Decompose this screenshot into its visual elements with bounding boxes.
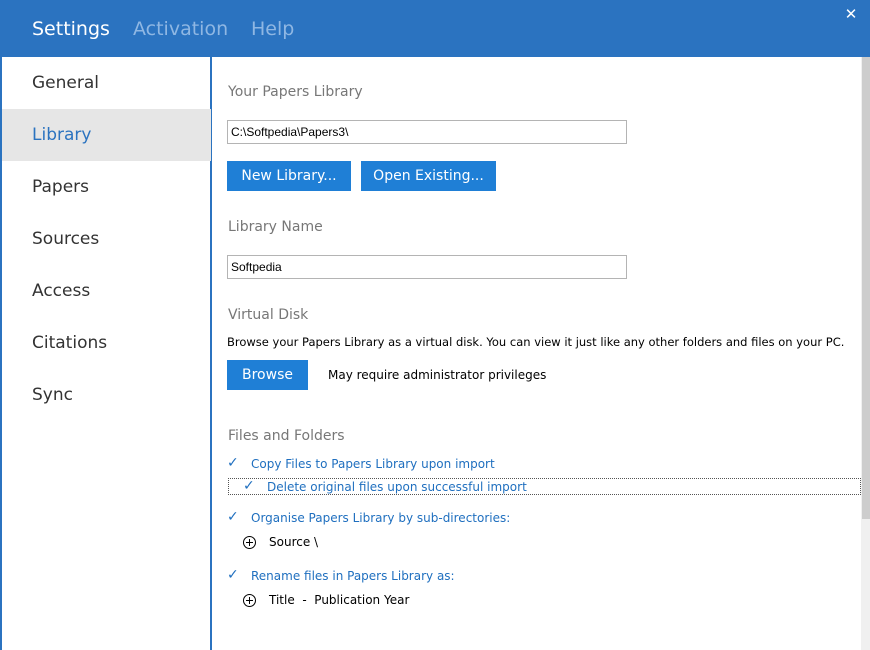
library-settings-panel: Your Papers Library C:\Softpedia\Papers3…	[212, 57, 861, 650]
checkmark-icon: ✓	[227, 567, 239, 583]
organise-subdirectories-checkbox[interactable]: ✓ Organise Papers Library by sub-directo…	[227, 509, 527, 528]
rename-pattern-row: Title - Publication Year	[243, 593, 493, 608]
sidebar-item-sources[interactable]: Sources	[2, 213, 211, 265]
copy-files-label: Copy Files to Papers Library upon import	[251, 457, 495, 471]
virtual-disk-description: Browse your Papers Library as a virtual …	[227, 335, 845, 349]
virtual-disk-title: Virtual Disk	[228, 307, 309, 323]
files-folders-title: Files and Folders	[228, 428, 345, 444]
sidebar: General Library Papers Sources Access Ci…	[2, 57, 211, 650]
close-icon[interactable]: ✕	[841, 5, 861, 23]
library-location-title: Your Papers Library	[228, 84, 363, 100]
tab-help[interactable]: Help	[251, 18, 294, 40]
scrollbar-thumb[interactable]	[862, 57, 870, 519]
sidebar-item-sync[interactable]: Sync	[2, 369, 211, 421]
new-library-button[interactable]: New Library...	[227, 161, 351, 191]
sidebar-item-papers[interactable]: Papers	[2, 161, 211, 213]
sidebar-item-library[interactable]: Library	[2, 109, 211, 161]
browse-button[interactable]: Browse	[227, 360, 308, 390]
checkmark-icon: ✓	[227, 509, 239, 525]
delete-original-label: Delete original files upon successful im…	[267, 480, 527, 494]
organise-pattern-row: Source \	[243, 535, 443, 550]
sidebar-item-access[interactable]: Access	[2, 265, 211, 317]
add-circle-icon[interactable]	[243, 536, 256, 549]
admin-privileges-note: May require administrator privileges	[328, 368, 547, 382]
copy-files-checkbox[interactable]: ✓ Copy Files to Papers Library upon impo…	[227, 455, 527, 474]
delete-original-checkbox[interactable]: ✓ Delete original files upon successful …	[243, 478, 543, 497]
tab-activation[interactable]: Activation	[133, 18, 228, 40]
open-existing-button[interactable]: Open Existing...	[361, 161, 496, 191]
top-bar: Settings Activation Help ✕	[1, 1, 870, 57]
rename-files-label: Rename files in Papers Library as:	[251, 569, 455, 583]
rename-pattern-tokens[interactable]: Title - Publication Year	[269, 593, 409, 607]
library-name-title: Library Name	[228, 219, 323, 235]
library-path-field[interactable]: C:\Softpedia\Papers3\	[227, 120, 627, 144]
add-circle-icon[interactable]	[243, 594, 256, 607]
vertical-scrollbar[interactable]	[861, 57, 870, 650]
checkmark-icon: ✓	[227, 455, 239, 471]
library-name-field[interactable]: Softpedia	[227, 255, 627, 279]
organise-subdirectories-label: Organise Papers Library by sub-directori…	[251, 511, 511, 525]
organise-pattern-token[interactable]: Source \	[269, 535, 318, 549]
tab-settings[interactable]: Settings	[32, 18, 110, 40]
settings-window: Settings Activation Help ✕ General Libra…	[0, 0, 870, 650]
sidebar-item-general[interactable]: General	[2, 57, 211, 109]
sidebar-item-citations[interactable]: Citations	[2, 317, 211, 369]
rename-files-checkbox[interactable]: ✓ Rename files in Papers Library as:	[227, 567, 527, 586]
checkmark-icon: ✓	[243, 478, 255, 494]
